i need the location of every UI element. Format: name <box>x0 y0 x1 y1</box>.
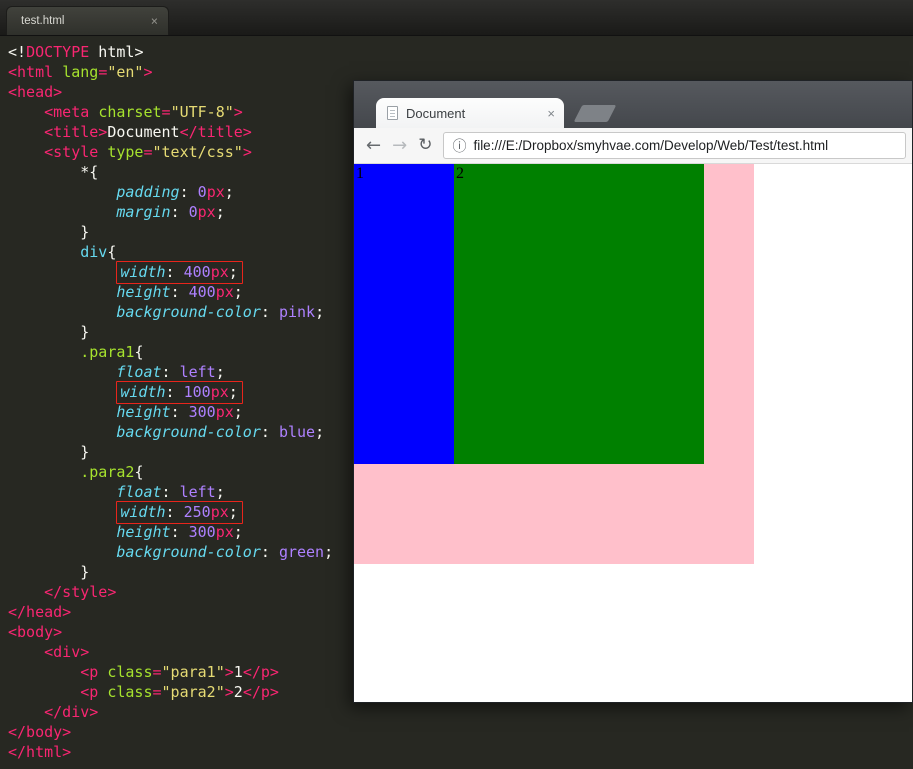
code-line: <p class="para2">2</p> <box>80 683 279 701</box>
code-line: padding: 0px; <box>116 183 234 201</box>
editor-tab-close-icon[interactable]: × <box>151 14 158 28</box>
highlight-box: width: 100px; <box>116 381 243 404</box>
code-line: width: 400px; <box>8 261 352 284</box>
code-line: margin: 0px; <box>116 203 225 221</box>
code-line: <meta charset="UTF-8"> <box>44 103 243 121</box>
editor-tab-title: test.html <box>21 15 65 27</box>
demo-para-1: 1 <box>354 164 454 464</box>
info-icon[interactable]: ⓘ <box>452 136 466 156</box>
forward-icon[interactable]: → <box>392 136 407 155</box>
code-line: } <box>80 443 90 461</box>
browser-tab-close-icon[interactable]: × <box>547 106 555 121</box>
code-line: } <box>80 563 90 581</box>
code-line: background-color: blue; <box>116 423 325 441</box>
code-line: } <box>80 323 90 341</box>
code-line: *{ <box>80 163 99 181</box>
code-line: </body> <box>8 723 72 741</box>
browser-toolbar: ← → ↻ ⓘ file:///E:/Dropbox/smyhvae.com/D… <box>354 128 912 164</box>
code-line: div{ <box>80 243 117 261</box>
code-line: background-color: pink; <box>116 303 325 321</box>
code-line: <style type="text/css"> <box>44 143 252 161</box>
code-line: <title>Document</title> <box>44 123 252 141</box>
editor-tab-bar: test.html × <box>0 0 913 36</box>
address-bar[interactable]: ⓘ file:///E:/Dropbox/smyhvae.com/Develop… <box>443 132 906 159</box>
reload-icon[interactable]: ↻ <box>418 137 432 154</box>
code-line: height: 300px; <box>116 523 243 541</box>
code-line: <!DOCTYPE html> <box>8 43 144 61</box>
code-line: background-color: green; <box>116 543 334 561</box>
code-line: .para1{ <box>80 343 144 361</box>
highlight-box: width: 400px; <box>116 261 243 284</box>
code-line: width: 250px; <box>8 501 352 524</box>
code-line: float: left; <box>116 483 225 501</box>
browser-tab-document[interactable]: Document × <box>376 98 564 128</box>
code-line: float: left; <box>116 363 225 381</box>
code-line: </div> <box>44 703 99 721</box>
new-tab-button[interactable] <box>573 105 617 122</box>
code-line: <p class="para1">1</p> <box>80 663 279 681</box>
back-icon[interactable]: ← <box>366 136 381 155</box>
code-line: height: 400px; <box>116 283 243 301</box>
code-line: </style> <box>44 583 117 601</box>
browser-tab-title: Document <box>406 105 466 121</box>
code-line: <body> <box>8 623 63 641</box>
browser-viewport: 12 <box>354 164 912 702</box>
browser-window: Document × ← → ↻ ⓘ file:///E:/Dropbox/sm… <box>353 80 913 703</box>
editor-tab-test-html[interactable]: test.html × <box>6 6 169 35</box>
code-line: .para2{ <box>80 463 144 481</box>
browser-title-bar[interactable]: Document × <box>354 81 912 128</box>
code-line: <html lang="en"> <box>8 63 153 81</box>
code-line: <div> <box>44 643 90 661</box>
code-area[interactable]: <!DOCTYPE html> <html lang="en"> <head> <m… <box>0 37 352 769</box>
demo-pink-div: 12 <box>354 164 754 564</box>
document-favicon-icon <box>387 106 398 120</box>
code-line: <head> <box>8 83 63 101</box>
demo-para-2: 2 <box>454 164 704 464</box>
code-line: height: 300px; <box>116 403 243 421</box>
code-line: } <box>80 223 90 241</box>
code-line: </head> <box>8 603 72 621</box>
highlight-box: width: 250px; <box>116 501 243 524</box>
address-url: file:///E:/Dropbox/smyhvae.com/Develop/W… <box>473 138 829 153</box>
code-line: </html> <box>8 743 72 761</box>
code-line: width: 100px; <box>8 381 352 404</box>
